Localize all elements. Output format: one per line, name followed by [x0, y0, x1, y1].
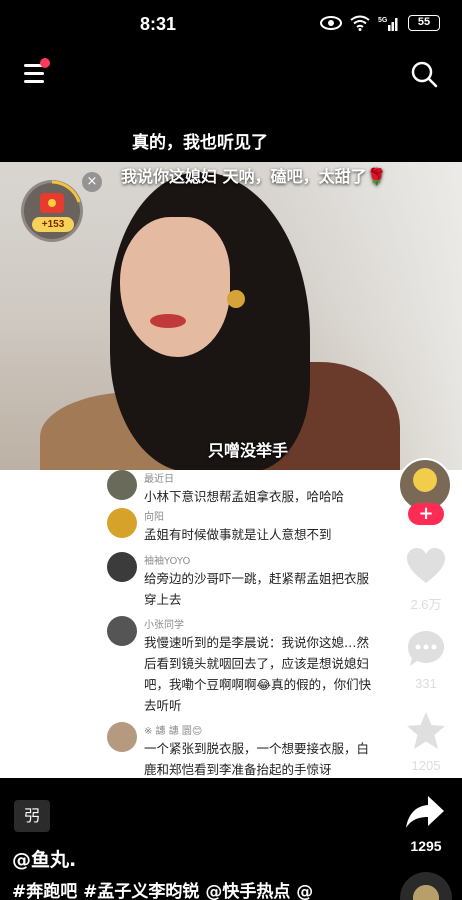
follow-button[interactable]: +	[408, 503, 444, 525]
hashtag-line[interactable]: #奔跑吧 #孟子义李昀锐 @快手热点 @	[12, 877, 392, 900]
status-time: 8:31	[140, 14, 177, 34]
favorite-count: 1205	[411, 758, 441, 773]
avatar[interactable]	[107, 552, 137, 582]
battery-indicator: 55	[408, 15, 440, 31]
comment-author[interactable]: 小张同学	[144, 616, 184, 631]
red-packet-count: +153	[32, 217, 74, 232]
comment-icon[interactable]	[405, 628, 447, 670]
star-icon[interactable]	[405, 710, 447, 752]
notification-dot	[40, 58, 50, 68]
svg-text:5G: 5G	[378, 17, 388, 24]
red-packet-icon	[40, 193, 64, 213]
signal-icon: 5G	[378, 17, 398, 31]
comments-panel: 最近日 小林下意识想帮孟姐拿衣服，哈哈哈 向阳 孟姐有时候做事就是让人意想不到 …	[0, 470, 462, 778]
comment-author[interactable]: 最近日	[144, 470, 174, 485]
avatar[interactable]	[107, 470, 137, 500]
comment-text: 给旁边的沙哥吓一跳，赶紧帮孟姐把衣服穿上去	[144, 571, 370, 607]
red-packet-widget[interactable]: +153	[21, 180, 83, 242]
music-badge[interactable]: 弜	[14, 800, 50, 832]
avatar[interactable]	[107, 616, 137, 646]
avatar[interactable]	[107, 508, 137, 538]
close-icon[interactable]: ×	[82, 172, 102, 192]
music-disc[interactable]	[400, 872, 452, 900]
like-count: 2.6万	[410, 597, 442, 612]
video-figure-earring	[227, 290, 245, 308]
video-figure-face	[120, 217, 230, 357]
comment-author[interactable]: 向阳	[144, 508, 164, 523]
overlay-caption: 我说你这媳妇 天呐，磕吧，太甜了🌹	[121, 167, 387, 186]
wifi-icon	[350, 15, 370, 31]
comment-author[interactable]: ※ 譓 譓 圜😊	[144, 722, 202, 737]
comment-text: 我慢速听到的是李晨说：我说你这媳…然后看到镜头就咽回去了，应该是想说媳妇吧，我嘞…	[144, 635, 372, 713]
heart-icon[interactable]	[405, 546, 447, 586]
menu-line	[24, 72, 44, 75]
comment-text: 小林下意识想帮孟姐拿衣服，哈哈哈	[144, 489, 345, 504]
menu-button[interactable]	[24, 58, 50, 86]
avatar[interactable]	[107, 722, 137, 752]
video-figure-lips	[150, 314, 186, 328]
comment-text: 一个紧张到脱衣服，一个想要接衣服，白鹿和郑恺看到李准备抬起的手惊讶	[144, 741, 370, 777]
status-bar: 8:31 5G 55	[0, 0, 462, 50]
status-icons: 5G 55	[320, 15, 440, 31]
search-icon[interactable]	[410, 60, 438, 88]
comment-count: 331	[415, 676, 437, 691]
comment-author[interactable]: 袖袖YOYO	[144, 552, 190, 567]
share-count: 1295	[410, 838, 442, 854]
eye-icon	[320, 16, 342, 30]
share-icon[interactable]	[404, 794, 446, 830]
author-name[interactable]: @鱼丸.	[12, 845, 76, 872]
video-subtitle: 只噌没举手	[208, 441, 289, 460]
menu-line	[24, 80, 44, 83]
caption-top: 真的，我也听见了	[132, 133, 268, 153]
comment-text: 孟姐有时候做事就是让人意想不到	[144, 527, 332, 542]
